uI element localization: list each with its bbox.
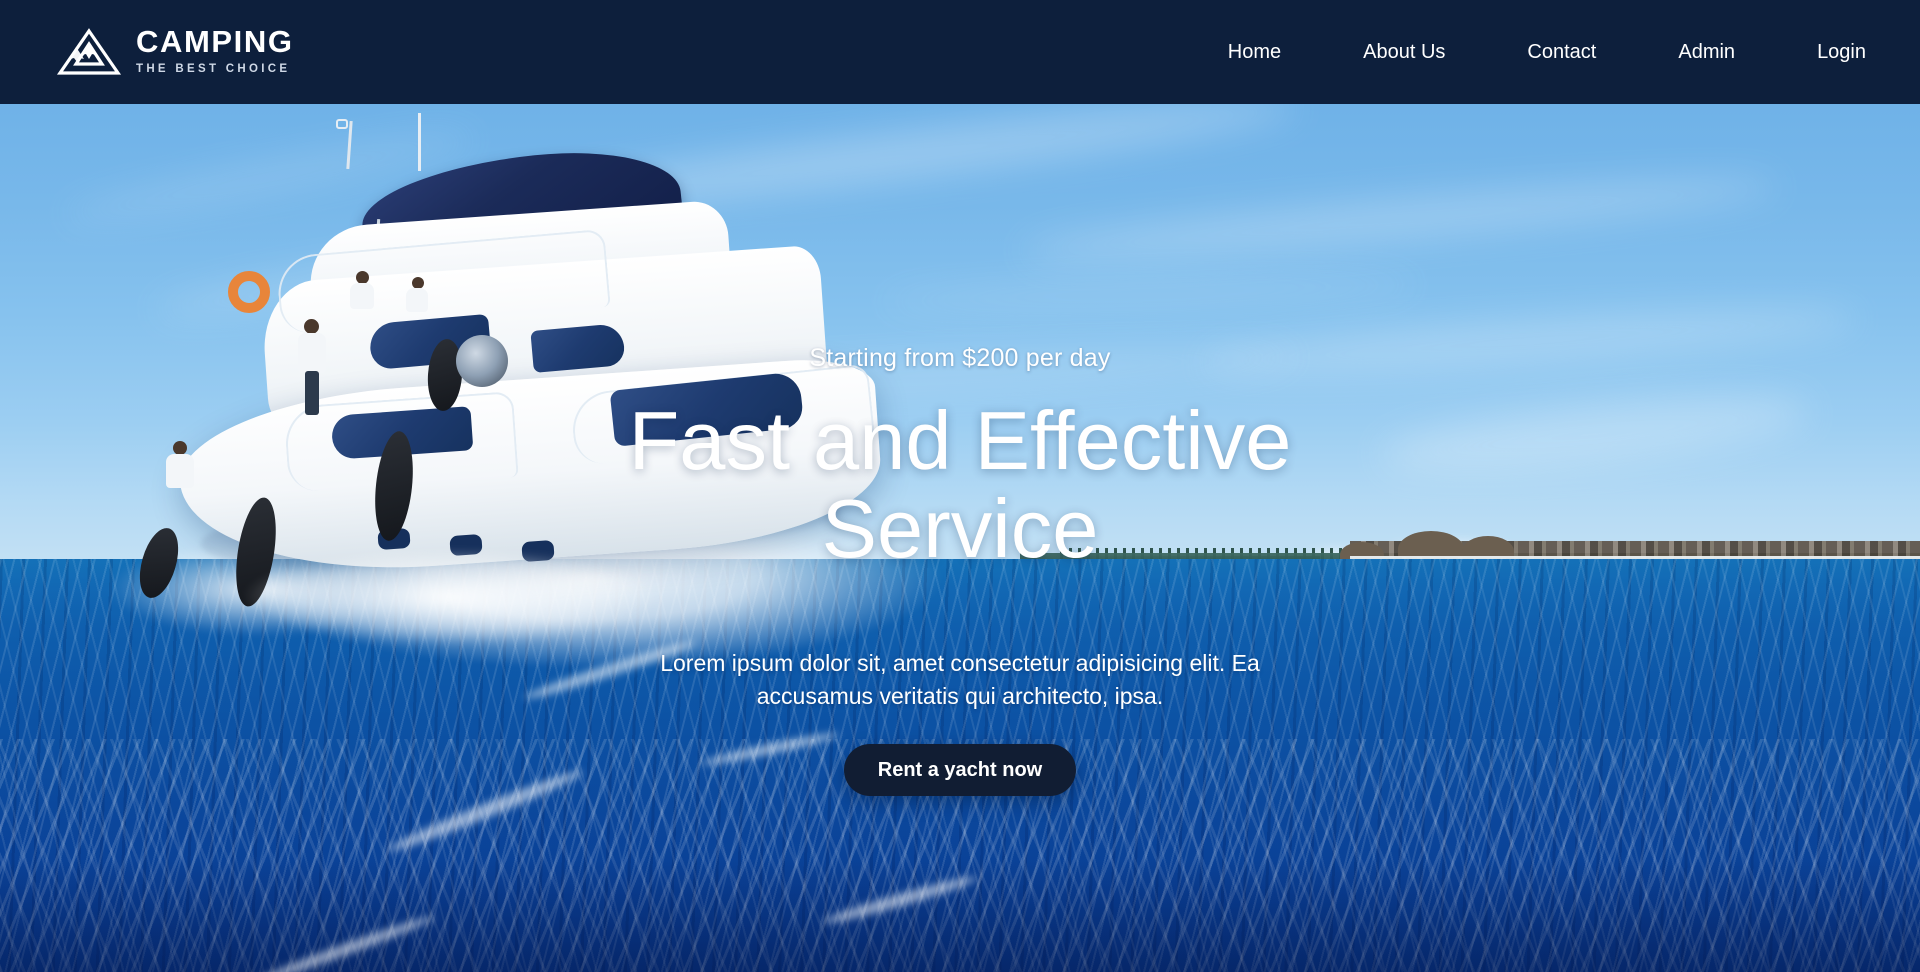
radar-dome-icon xyxy=(336,119,348,129)
mountain-logo-icon xyxy=(56,27,122,77)
rent-a-yacht-button[interactable]: Rent a yacht now xyxy=(843,744,1077,797)
hero-price-eyebrow: Starting from $200 per day xyxy=(809,344,1111,372)
water-depth-shading xyxy=(0,859,1920,972)
crew-head xyxy=(304,319,319,334)
crew-head xyxy=(173,441,187,455)
crew-body xyxy=(350,283,374,309)
cloud-wisp xyxy=(1019,165,1781,273)
nav-item-admin[interactable]: Admin xyxy=(1676,35,1737,70)
cloud-wisp xyxy=(1199,296,1861,386)
brand-name: CAMPING xyxy=(136,24,294,60)
hero-section: Starting from $200 per day Fast and Effe… xyxy=(0,104,1920,972)
site-header: CAMPING THE BEST CHOICE Home About Us Co… xyxy=(0,0,1920,104)
hero-subtitle: Lorem ipsum dolor sit, amet consectetur … xyxy=(660,649,1260,709)
brand-tagline: THE BEST CHOICE xyxy=(136,62,291,75)
nav-item-contact[interactable]: Contact xyxy=(1525,35,1598,70)
nav-item-home[interactable]: Home xyxy=(1226,35,1283,70)
primary-navigation: Home About Us Contact Admin Login xyxy=(1226,35,1868,70)
cabin-window xyxy=(530,323,626,373)
life-ring-icon xyxy=(228,271,270,313)
crew-body xyxy=(406,288,428,312)
crew-legs xyxy=(305,371,319,415)
boat-fender-round xyxy=(456,335,508,387)
cloud-wisp xyxy=(1378,381,1812,487)
crew-body xyxy=(166,454,194,488)
crew-body xyxy=(298,333,326,373)
nav-item-login[interactable]: Login xyxy=(1815,35,1868,70)
mast xyxy=(418,113,421,171)
brand-logo-link[interactable]: CAMPING THE BEST CHOICE xyxy=(56,26,294,78)
cloud-wisp xyxy=(879,272,1421,314)
nav-item-about-us[interactable]: About Us xyxy=(1361,35,1447,70)
brand-text: CAMPING THE BEST CHOICE xyxy=(136,26,294,78)
hero-title: Fast and Effective Service xyxy=(628,394,1292,575)
